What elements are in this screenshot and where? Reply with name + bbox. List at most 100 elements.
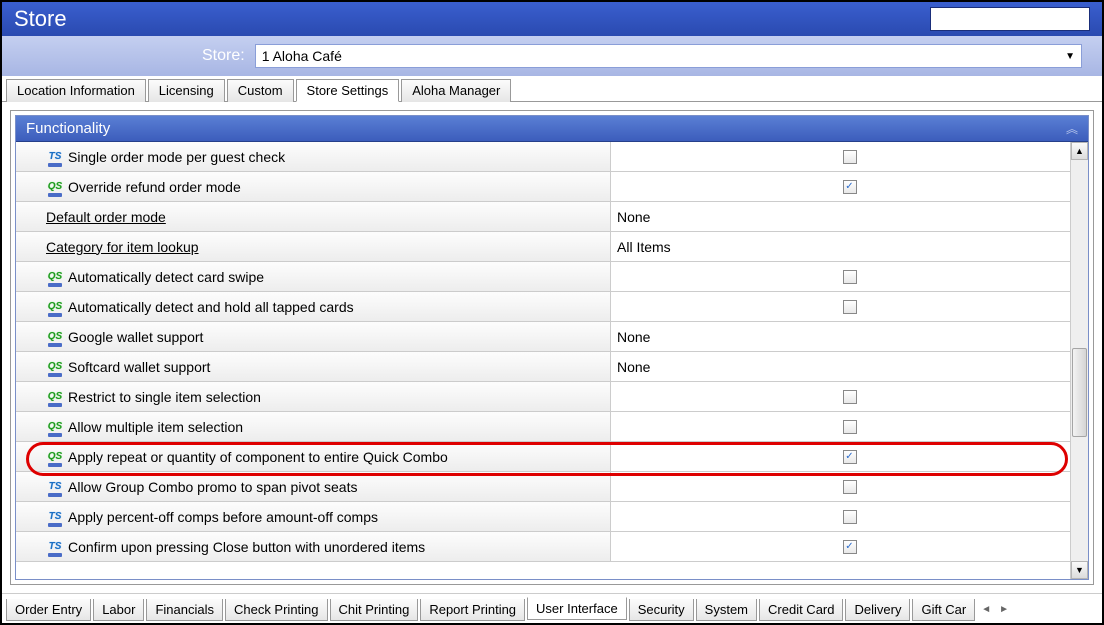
store-dropdown[interactable]: 1 Aloha Café ▼ [255,44,1082,68]
bottom-tab-financials[interactable]: Financials [146,599,223,621]
bottom-tab-check-printing[interactable]: Check Printing [225,599,328,621]
chevron-down-icon: ▼ [1065,51,1075,62]
row-label: Default order mode [46,209,166,225]
scroll-up-button[interactable]: ▲ [1071,142,1088,160]
row-value-cell[interactable]: ✓ [611,442,1088,471]
select-value: None [617,329,650,345]
row-label: Apply repeat or quantity of component to… [68,449,448,465]
checkbox[interactable]: ✓ [843,450,857,464]
row-value-cell[interactable] [611,502,1088,531]
row-label: Restrict to single item selection [68,389,261,405]
qs-icon: QS [46,389,64,405]
scroll-track[interactable] [1071,160,1088,561]
checkbox[interactable]: ✓ [843,540,857,554]
qs-icon: QS [46,269,64,285]
top-tab-custom[interactable]: Custom [227,79,294,102]
row-value-cell[interactable] [611,472,1088,501]
row-label-cell: QSRestrict to single item selection [16,382,611,411]
row-label-cell: TSConfirm upon pressing Close button wit… [16,532,611,561]
settings-row: QSApply repeat or quantity of component … [16,442,1088,472]
settings-row: QSGoogle wallet supportNone▼ [16,322,1088,352]
select-value: None [617,359,650,375]
checkbox[interactable] [843,150,857,164]
row-label-cell: QSAutomatically detect card swipe [16,262,611,291]
row-label-cell: QSGoogle wallet support [16,322,611,351]
row-label-cell: Default order mode [16,202,611,231]
row-label-cell: QSSoftcard wallet support [16,352,611,381]
top-tab-aloha-manager[interactable]: Aloha Manager [401,79,511,102]
checkbox[interactable] [843,300,857,314]
qs-icon: QS [46,449,64,465]
bottom-tabs: Order EntryLaborFinancialsCheck Printing… [2,593,1102,623]
bottom-tab-chit-printing[interactable]: Chit Printing [330,599,419,621]
settings-row: QSAutomatically detect card swipe [16,262,1088,292]
row-value-cell[interactable] [611,262,1088,291]
row-value-cell[interactable] [611,292,1088,321]
bottom-tab-user-interface[interactable]: User Interface [527,597,627,620]
row-label-cell: QSAllow multiple item selection [16,412,611,441]
checkbox[interactable] [843,390,857,404]
bottom-tab-order-entry[interactable]: Order Entry [6,599,91,621]
bottom-tab-credit-card[interactable]: Credit Card [759,599,843,621]
row-label-cell: TSSingle order mode per guest check [16,142,611,171]
row-value-cell[interactable]: All Items▼ [611,232,1088,261]
bottom-tab-labor[interactable]: Labor [93,599,144,621]
checkbox[interactable] [843,420,857,434]
row-value-cell[interactable]: None▼ [611,202,1088,231]
row-label-cell: QSAutomatically detect and hold all tapp… [16,292,611,321]
scroll-thumb[interactable] [1072,348,1087,436]
row-label: Allow Group Combo promo to span pivot se… [68,479,357,495]
ts-icon: TS [46,149,64,165]
row-value-cell[interactable]: None▼ [611,322,1088,351]
row-label-cell: Category for item lookup [16,232,611,261]
scroll-down-button[interactable]: ▼ [1071,561,1088,579]
checkbox[interactable] [843,270,857,284]
search-input[interactable] [930,7,1090,31]
store-selector-bar: Store: 1 Aloha Café ▼ [2,36,1102,76]
settings-grid: Functionality ︽ TSSingle order mode per … [15,115,1089,580]
store-value: 1 Aloha Café [262,48,342,64]
window-title: Store [14,6,67,32]
row-label: Category for item lookup [46,239,199,255]
qs-icon: QS [46,299,64,315]
qs-icon: QS [46,359,64,375]
settings-row: QSAutomatically detect and hold all tapp… [16,292,1088,322]
row-value-cell[interactable] [611,412,1088,441]
row-label: Single order mode per guest check [68,149,285,165]
bottom-tab-gift-car[interactable]: Gift Car [912,599,975,621]
row-label-cell: QSOverride refund order mode [16,172,611,201]
row-value-cell[interactable]: ✓ [611,172,1088,201]
row-label-cell: TSAllow Group Combo promo to span pivot … [16,472,611,501]
tabs-scroll-right-button[interactable]: ► [995,604,1013,615]
row-value-cell[interactable] [611,382,1088,411]
settings-row: QSRestrict to single item selection [16,382,1088,412]
content-area: Functionality ︽ TSSingle order mode per … [10,110,1094,585]
tabs-scroll-left-button[interactable]: ◄ [977,604,995,615]
row-label: Automatically detect and hold all tapped… [68,299,354,315]
top-tab-location-information[interactable]: Location Information [6,79,146,102]
bottom-tab-security[interactable]: Security [629,599,694,621]
store-label: Store: [202,47,245,65]
row-label-cell: TSApply percent-off comps before amount-… [16,502,611,531]
bottom-tab-system[interactable]: System [696,599,757,621]
top-tab-store-settings[interactable]: Store Settings [296,79,400,102]
section-header[interactable]: Functionality ︽ [16,116,1088,142]
qs-icon: QS [46,419,64,435]
row-label: Allow multiple item selection [68,419,243,435]
row-value-cell[interactable]: None▼ [611,352,1088,381]
checkbox[interactable] [843,480,857,494]
settings-row: Category for item lookup All Items▼ [16,232,1088,262]
row-value-cell[interactable] [611,142,1088,171]
settings-row: QSOverride refund order mode ✓ [16,172,1088,202]
collapse-icon[interactable]: ︽ [1066,120,1078,137]
bottom-tab-report-printing[interactable]: Report Printing [420,599,525,621]
vertical-scrollbar[interactable]: ▲ ▼ [1070,142,1088,579]
top-tab-licensing[interactable]: Licensing [148,79,225,102]
checkbox[interactable] [843,510,857,524]
top-tabs: Location InformationLicensingCustomStore… [2,78,1102,102]
section-title: Functionality [26,120,110,137]
bottom-tab-delivery[interactable]: Delivery [845,599,910,621]
row-value-cell[interactable]: ✓ [611,532,1088,561]
checkbox[interactable]: ✓ [843,180,857,194]
row-label: Confirm upon pressing Close button with … [68,539,425,555]
